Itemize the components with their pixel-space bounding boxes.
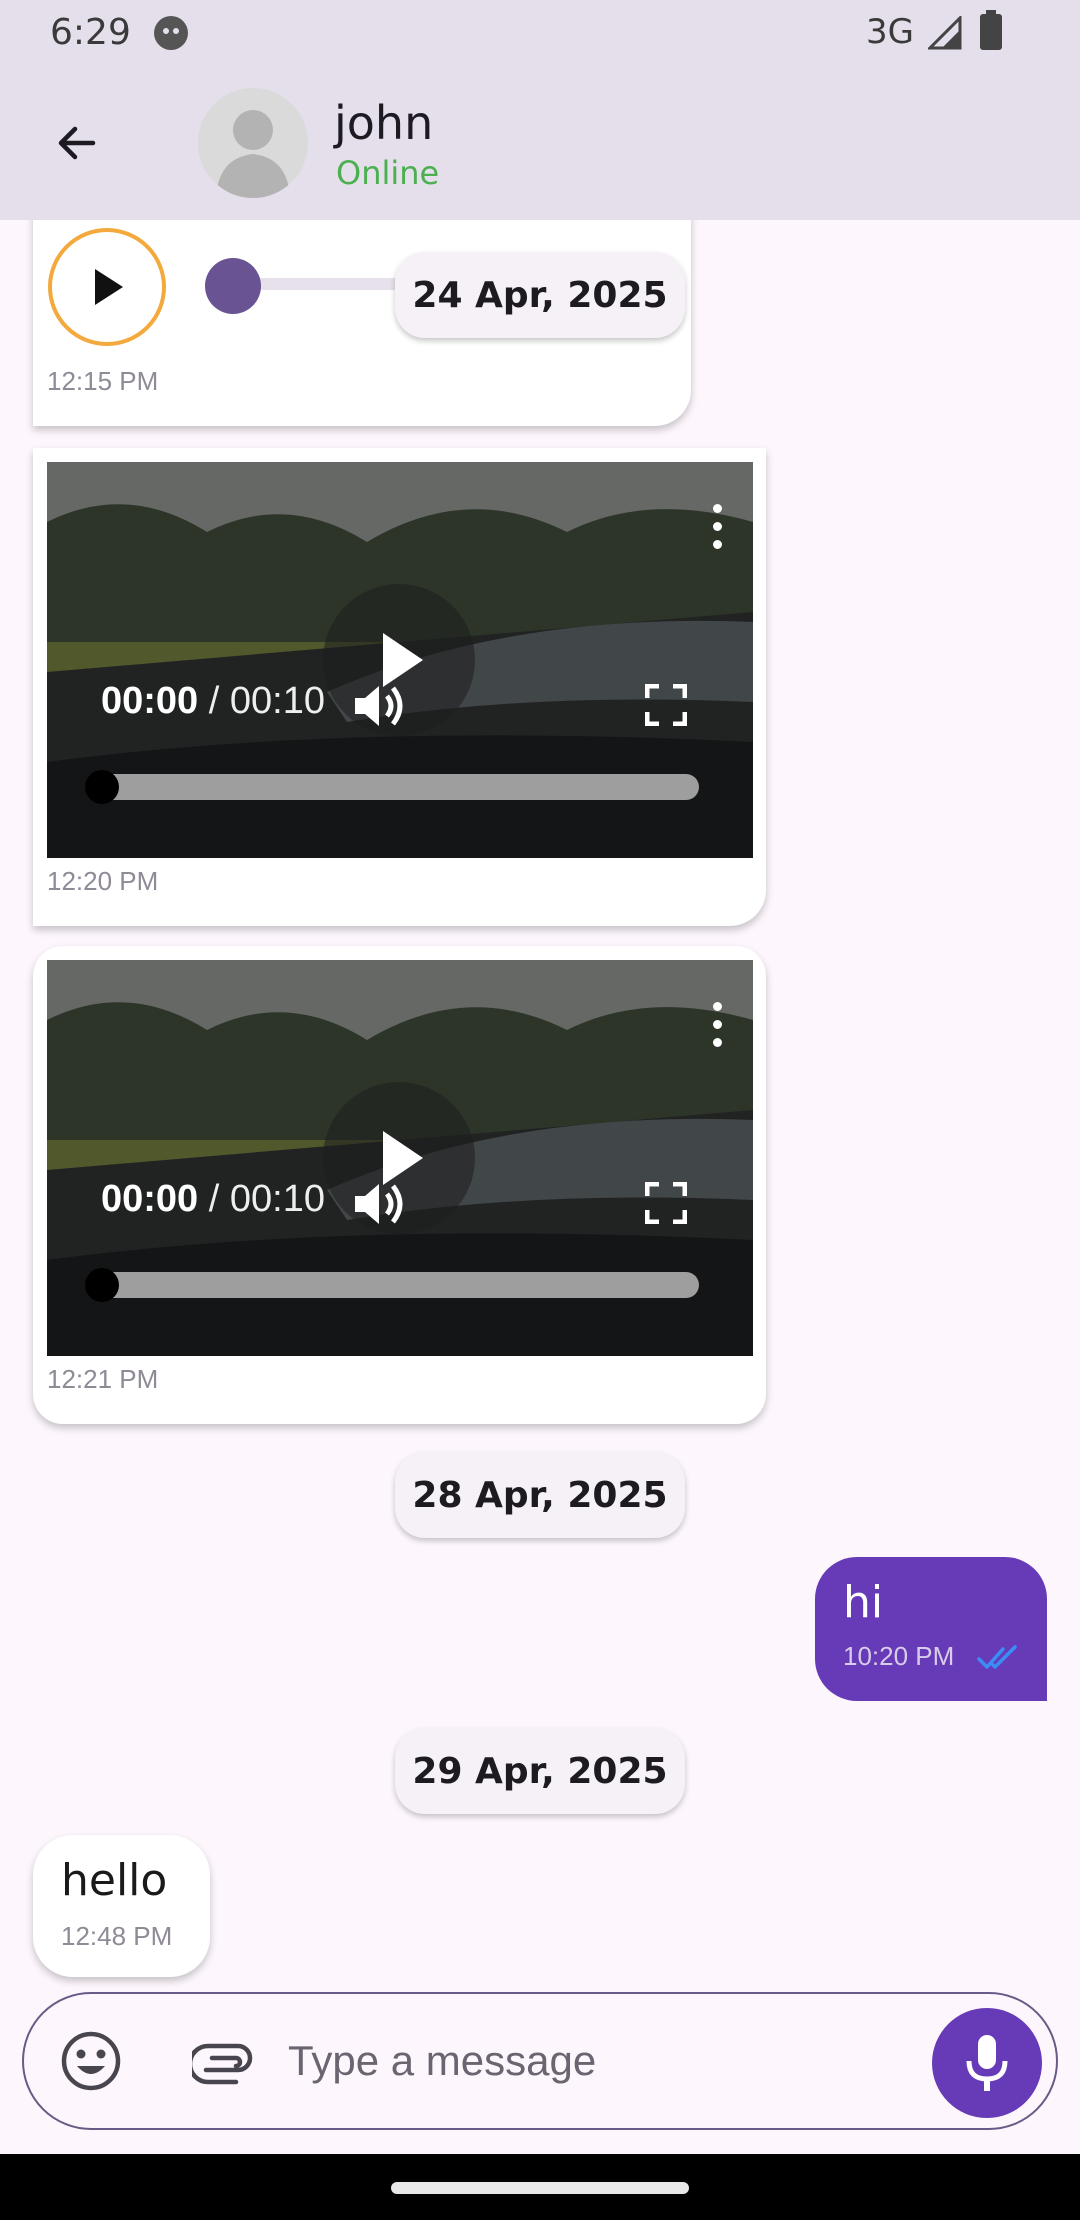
attach-icon[interactable]	[192, 2036, 254, 2088]
mic-button[interactable]	[932, 2008, 1042, 2118]
video-message: 00:00 / 00:10 12:20 PM	[33, 448, 766, 926]
message-time: 12:20 PM	[47, 866, 159, 896]
message-time: 12:15 PM	[47, 366, 159, 396]
audio-seek-thumb[interactable]	[205, 258, 261, 314]
message-time: 12:21 PM	[47, 1364, 159, 1394]
incoming-message[interactable]: hello 12:48 PM	[33, 1835, 210, 1977]
status-time: 6:29	[50, 12, 131, 53]
video-duration: 00:10	[229, 680, 325, 722]
volume-icon[interactable]	[351, 680, 407, 732]
message-composer	[22, 1992, 1058, 2130]
video-time: 00:00 / 00:10	[101, 1178, 325, 1221]
message-input[interactable]	[288, 2028, 908, 2094]
video-player[interactable]: 00:00 / 00:10	[47, 960, 753, 1356]
battery-icon	[980, 10, 1002, 50]
more-vert-icon[interactable]	[713, 1002, 723, 1048]
mic-icon	[966, 2035, 1008, 2091]
video-current-time: 00:00	[101, 1178, 199, 1220]
message-text: hello	[61, 1855, 168, 1906]
audio-play-button[interactable]	[48, 228, 166, 346]
network-type: 3G	[866, 12, 914, 52]
video-duration: 00:10	[229, 1178, 325, 1220]
video-current-time: 00:00	[101, 680, 199, 722]
signal-icon	[928, 16, 962, 50]
message-time: 12:48 PM	[61, 1921, 173, 1951]
message-time: 10:20 PM	[843, 1641, 955, 1671]
home-gesture-handle[interactable]	[391, 2182, 689, 2194]
date-chip: 24 Apr, 2025	[395, 252, 685, 338]
video-player[interactable]: 00:00 / 00:10	[47, 462, 753, 858]
date-chip: 29 Apr, 2025	[395, 1728, 685, 1814]
video-progress-bar[interactable]	[87, 774, 699, 800]
notification-face-icon	[154, 16, 188, 50]
play-icon	[95, 269, 123, 305]
back-arrow-icon	[58, 126, 96, 160]
person-icon	[216, 110, 290, 198]
outgoing-message[interactable]: hi 10:20 PM	[815, 1557, 1047, 1701]
back-button[interactable]	[40, 106, 114, 180]
contact-status: Online	[336, 154, 440, 192]
fullscreen-icon[interactable]	[645, 684, 687, 726]
message-text: hi	[843, 1577, 884, 1628]
status-bar: 6:29 3G	[0, 0, 1080, 66]
chat-list[interactable]: 12:15 PM 24 Apr, 2025 00:00 / 00:10 12:2…	[0, 220, 1080, 1988]
video-progress-bar[interactable]	[87, 1272, 699, 1298]
video-time-separator: /	[198, 1178, 230, 1220]
system-nav-bar	[0, 2154, 1080, 2220]
date-chip: 28 Apr, 2025	[395, 1452, 685, 1538]
avatar[interactable]	[198, 88, 308, 198]
app-bar: john Online	[0, 66, 1080, 220]
video-time: 00:00 / 00:10	[101, 680, 325, 723]
emoji-icon[interactable]	[60, 2030, 122, 2092]
video-progress-thumb[interactable]	[85, 770, 119, 804]
fullscreen-icon[interactable]	[645, 1182, 687, 1224]
double-check-icon	[977, 1645, 1017, 1669]
volume-icon[interactable]	[351, 1178, 407, 1230]
video-progress-thumb[interactable]	[85, 1268, 119, 1302]
video-time-separator: /	[198, 680, 230, 722]
video-message: 00:00 / 00:10 12:21 PM	[33, 946, 766, 1424]
more-vert-icon[interactable]	[713, 504, 723, 550]
contact-name[interactable]: john	[334, 96, 433, 150]
